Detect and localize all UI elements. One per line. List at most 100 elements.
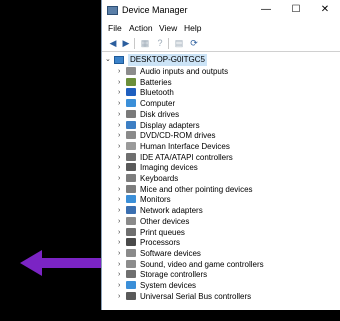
storage-icon [126, 270, 136, 279]
chevron-right-icon[interactable]: › [118, 227, 120, 238]
tree-item[interactable]: › Other devices [102, 216, 322, 227]
computer-icon [114, 56, 124, 64]
tree-item-label: Print queues [140, 227, 185, 237]
tree-item-label: Display adapters [140, 120, 200, 130]
tree-item[interactable]: › DVD/CD-ROM drives [102, 130, 322, 141]
tree-item-label: Universal Serial Bus controllers [140, 291, 252, 301]
software-icon [126, 248, 136, 257]
chevron-right-icon[interactable]: › [118, 205, 120, 216]
chevron-right-icon[interactable]: › [118, 194, 120, 205]
tree-item[interactable]: › Print queues [102, 227, 322, 238]
menu-help[interactable]: Help [184, 23, 201, 33]
chevron-right-icon[interactable]: › [118, 173, 120, 184]
tree-item[interactable]: › Monitors [102, 194, 322, 205]
menu-view[interactable]: View [159, 23, 177, 33]
chevron-right-icon[interactable]: › [118, 259, 120, 270]
chevron-right-icon[interactable]: › [118, 216, 120, 227]
ide-icon [126, 152, 136, 161]
chevron-right-icon[interactable]: › [118, 77, 120, 88]
tree-item[interactable]: › Network adapters [102, 205, 322, 216]
tree-item[interactable]: › Batteries [102, 77, 322, 88]
tree-item[interactable]: › Universal Serial Bus controllers [102, 291, 322, 302]
tree-item-label: Bluetooth [140, 88, 174, 98]
tree-item[interactable]: › Disk drives [102, 109, 322, 120]
display-icon [126, 120, 136, 129]
tree-item-label: Disk drives [140, 109, 180, 119]
tree-item[interactable]: › Imaging devices [102, 162, 322, 173]
tree-item[interactable]: › Audio inputs and outputs [102, 66, 322, 77]
toolbar-separator [134, 38, 135, 49]
chevron-right-icon[interactable]: › [118, 130, 120, 141]
tree-item-label: Mice and other pointing devices [140, 184, 253, 194]
toolbar-separator [168, 38, 169, 49]
device-manager-window: Device Manager — ☐ ✕ File Action View He… [101, 0, 340, 310]
close-button[interactable]: ✕ [312, 2, 338, 18]
tree-item-label: Monitors [140, 195, 171, 205]
chevron-down-icon[interactable]: ⌄ [105, 55, 111, 63]
chevron-right-icon[interactable]: › [118, 184, 120, 195]
battery-icon [126, 77, 136, 86]
tree-item[interactable]: › Software devices [102, 248, 322, 259]
minimize-button[interactable]: — [253, 2, 279, 18]
tree-item-label: Imaging devices [140, 163, 198, 173]
processor-icon [126, 238, 136, 247]
tree-item-label: Sound, video and game controllers [140, 259, 264, 269]
chevron-right-icon[interactable]: › [118, 109, 120, 120]
chevron-right-icon[interactable]: › [118, 269, 120, 280]
menu-bar: File Action View Help [102, 22, 340, 36]
chevron-right-icon[interactable]: › [118, 152, 120, 163]
chevron-right-icon[interactable]: › [118, 280, 120, 291]
tree-item[interactable]: › Keyboards [102, 173, 322, 184]
menu-file[interactable]: File [108, 23, 122, 33]
tree-item[interactable]: › Mice and other pointing devices [102, 184, 322, 195]
other-devices-icon [126, 216, 136, 225]
menu-action[interactable]: Action [129, 23, 153, 33]
tree-item[interactable]: › IDE ATA/ATAPI controllers [102, 152, 322, 163]
tree-item[interactable]: › Sound, video and game controllers [102, 259, 322, 270]
scan-hardware-icon[interactable]: ⟳ [188, 37, 200, 49]
chevron-right-icon[interactable]: › [118, 291, 120, 302]
tree-item-label: Computer [140, 99, 176, 109]
chevron-right-icon[interactable]: › [118, 237, 120, 248]
window-title: Device Manager [122, 5, 188, 15]
chevron-right-icon[interactable]: › [118, 98, 120, 109]
forward-icon[interactable]: ▶ [120, 37, 132, 49]
tree-item-label: System devices [140, 281, 197, 290]
keyboard-icon [126, 174, 136, 182]
tree-item-label: Human Interface Devices [140, 141, 230, 151]
tree-item-label: Network adapters [140, 206, 203, 216]
tree-item-label: Software devices [140, 248, 201, 258]
help-icon[interactable]: ? [154, 37, 166, 49]
maximize-button[interactable]: ☐ [283, 2, 309, 18]
tree-item[interactable]: › System devices [102, 280, 322, 291]
monitor-icon [126, 195, 136, 204]
chevron-right-icon[interactable]: › [118, 248, 120, 259]
mouse-icon [126, 184, 136, 193]
computer-icon [126, 99, 136, 108]
chevron-right-icon[interactable]: › [118, 120, 120, 131]
tree-item[interactable]: › Display adapters [102, 120, 322, 131]
chevron-right-icon[interactable]: › [118, 162, 120, 173]
tree-item[interactable]: › Computer [102, 98, 322, 109]
properties-icon[interactable]: ▦ [139, 37, 151, 49]
speaker-icon [126, 67, 136, 75]
toolbar: ◀ ▶ ▦ ? ▤ ⟳ [102, 36, 340, 52]
tree-item[interactable]: › Storage controllers [102, 269, 322, 280]
tree-item[interactable]: › Bluetooth [102, 87, 322, 98]
printer-icon [126, 227, 136, 236]
chevron-right-icon[interactable]: › [118, 66, 120, 77]
update-driver-icon[interactable]: ▤ [173, 37, 185, 49]
tree-item-label: Storage controllers [140, 270, 208, 280]
tree-item-label: DVD/CD-ROM drives [140, 131, 216, 141]
chevron-right-icon[interactable]: › [118, 141, 120, 152]
tree-item[interactable]: › Human Interface Devices [102, 141, 322, 152]
title-bar[interactable]: Device Manager — ☐ ✕ [102, 0, 340, 22]
device-manager-app-icon [107, 6, 118, 15]
chevron-right-icon[interactable]: › [118, 87, 120, 98]
tree-root-label: DESKTOP-G0ITGC5 [128, 54, 207, 66]
back-icon[interactable]: ◀ [107, 37, 119, 49]
tree-item[interactable]: › Processors [102, 237, 322, 248]
camera-icon [126, 163, 136, 172]
tree-item-label: Keyboards [140, 174, 179, 183]
system-icon [126, 281, 136, 289]
